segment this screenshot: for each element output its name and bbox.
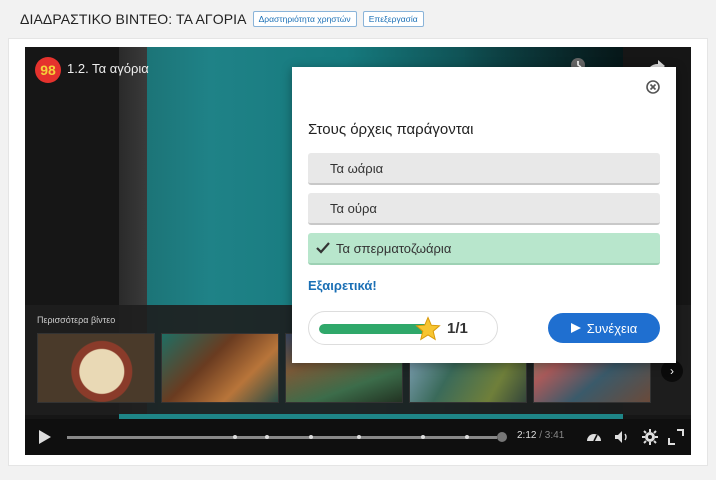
fullscreen-icon[interactable]: [667, 428, 685, 446]
score-bar-fill: [319, 324, 429, 334]
answer-option[interactable]: Τα ούρα: [308, 193, 660, 225]
video-time: 2:12 / 3:41: [517, 430, 564, 441]
continue-button[interactable]: Συνέχεια: [548, 313, 660, 343]
quiz-question: Στους όρχεις παράγονται: [308, 121, 474, 138]
video-thumbnail[interactable]: [161, 333, 279, 403]
current-time: 2:12: [517, 430, 537, 441]
page-header: ΔΙΑΔΡΑΣΤΙΚΟ ΒΙΝΤΕΟ: ΤΑ ΑΓΟΡΙΑ Δραστηριότ…: [0, 0, 716, 38]
interaction-marker[interactable]: [233, 435, 237, 439]
interaction-marker[interactable]: [265, 435, 269, 439]
interaction-marker[interactable]: [465, 435, 469, 439]
more-videos-label: Περισσότερα βίντεο: [37, 315, 116, 325]
answer-option-correct[interactable]: Τα σπερματοζωάρια: [308, 233, 660, 265]
speed-icon[interactable]: [585, 428, 603, 446]
video-progress-played: [67, 436, 497, 439]
channel-logo[interactable]: 98: [35, 57, 61, 83]
video-progress-bar[interactable]: [67, 435, 497, 439]
close-icon[interactable]: [646, 80, 660, 94]
answer-label: Τα σπερματοζωάρια: [336, 240, 452, 256]
settings-icon[interactable]: [641, 428, 659, 446]
page-title: ΔΙΑΔΡΑΣΤΙΚΟ ΒΙΝΤΕΟ: ΤΑ ΑΓΟΡΙΑ: [20, 11, 247, 27]
feedback-text: Εξαιρετικά!: [308, 278, 377, 293]
chevron-right-icon[interactable]: ›: [661, 360, 683, 382]
video-controls: 2:12 / 3:41: [25, 419, 691, 455]
score-bar: [319, 324, 429, 334]
volume-icon[interactable]: [613, 428, 631, 446]
score-text: 1/1: [447, 320, 468, 337]
interaction-marker[interactable]: [309, 435, 313, 439]
interaction-marker[interactable]: [357, 435, 361, 439]
star-icon: [415, 316, 441, 341]
interaction-marker[interactable]: [421, 435, 425, 439]
edit-button[interactable]: Επεξεργασία: [362, 10, 424, 28]
video-thumbnail[interactable]: [37, 333, 155, 403]
continue-label: Συνέχεια: [586, 320, 638, 336]
answer-option[interactable]: Τα ωάρια: [308, 153, 660, 185]
play-icon[interactable]: [39, 430, 51, 444]
quiz-dialog: Στους όρχεις παράγονται Τα ωάρια Τα ούρα…: [292, 67, 676, 363]
video-progress-handle[interactable]: [497, 432, 507, 442]
score-indicator: 1/1: [308, 311, 498, 345]
play-arrow-icon: [570, 323, 581, 333]
check-icon: [316, 242, 330, 254]
video-title[interactable]: 1.2. Τα αγόρια: [67, 61, 149, 76]
answer-label: Τα ωάρια: [330, 160, 384, 176]
user-activity-button[interactable]: Δραστηριότητα χρηστών: [252, 10, 357, 28]
answer-label: Τα ούρα: [330, 200, 377, 216]
total-time: / 3:41: [539, 430, 565, 441]
